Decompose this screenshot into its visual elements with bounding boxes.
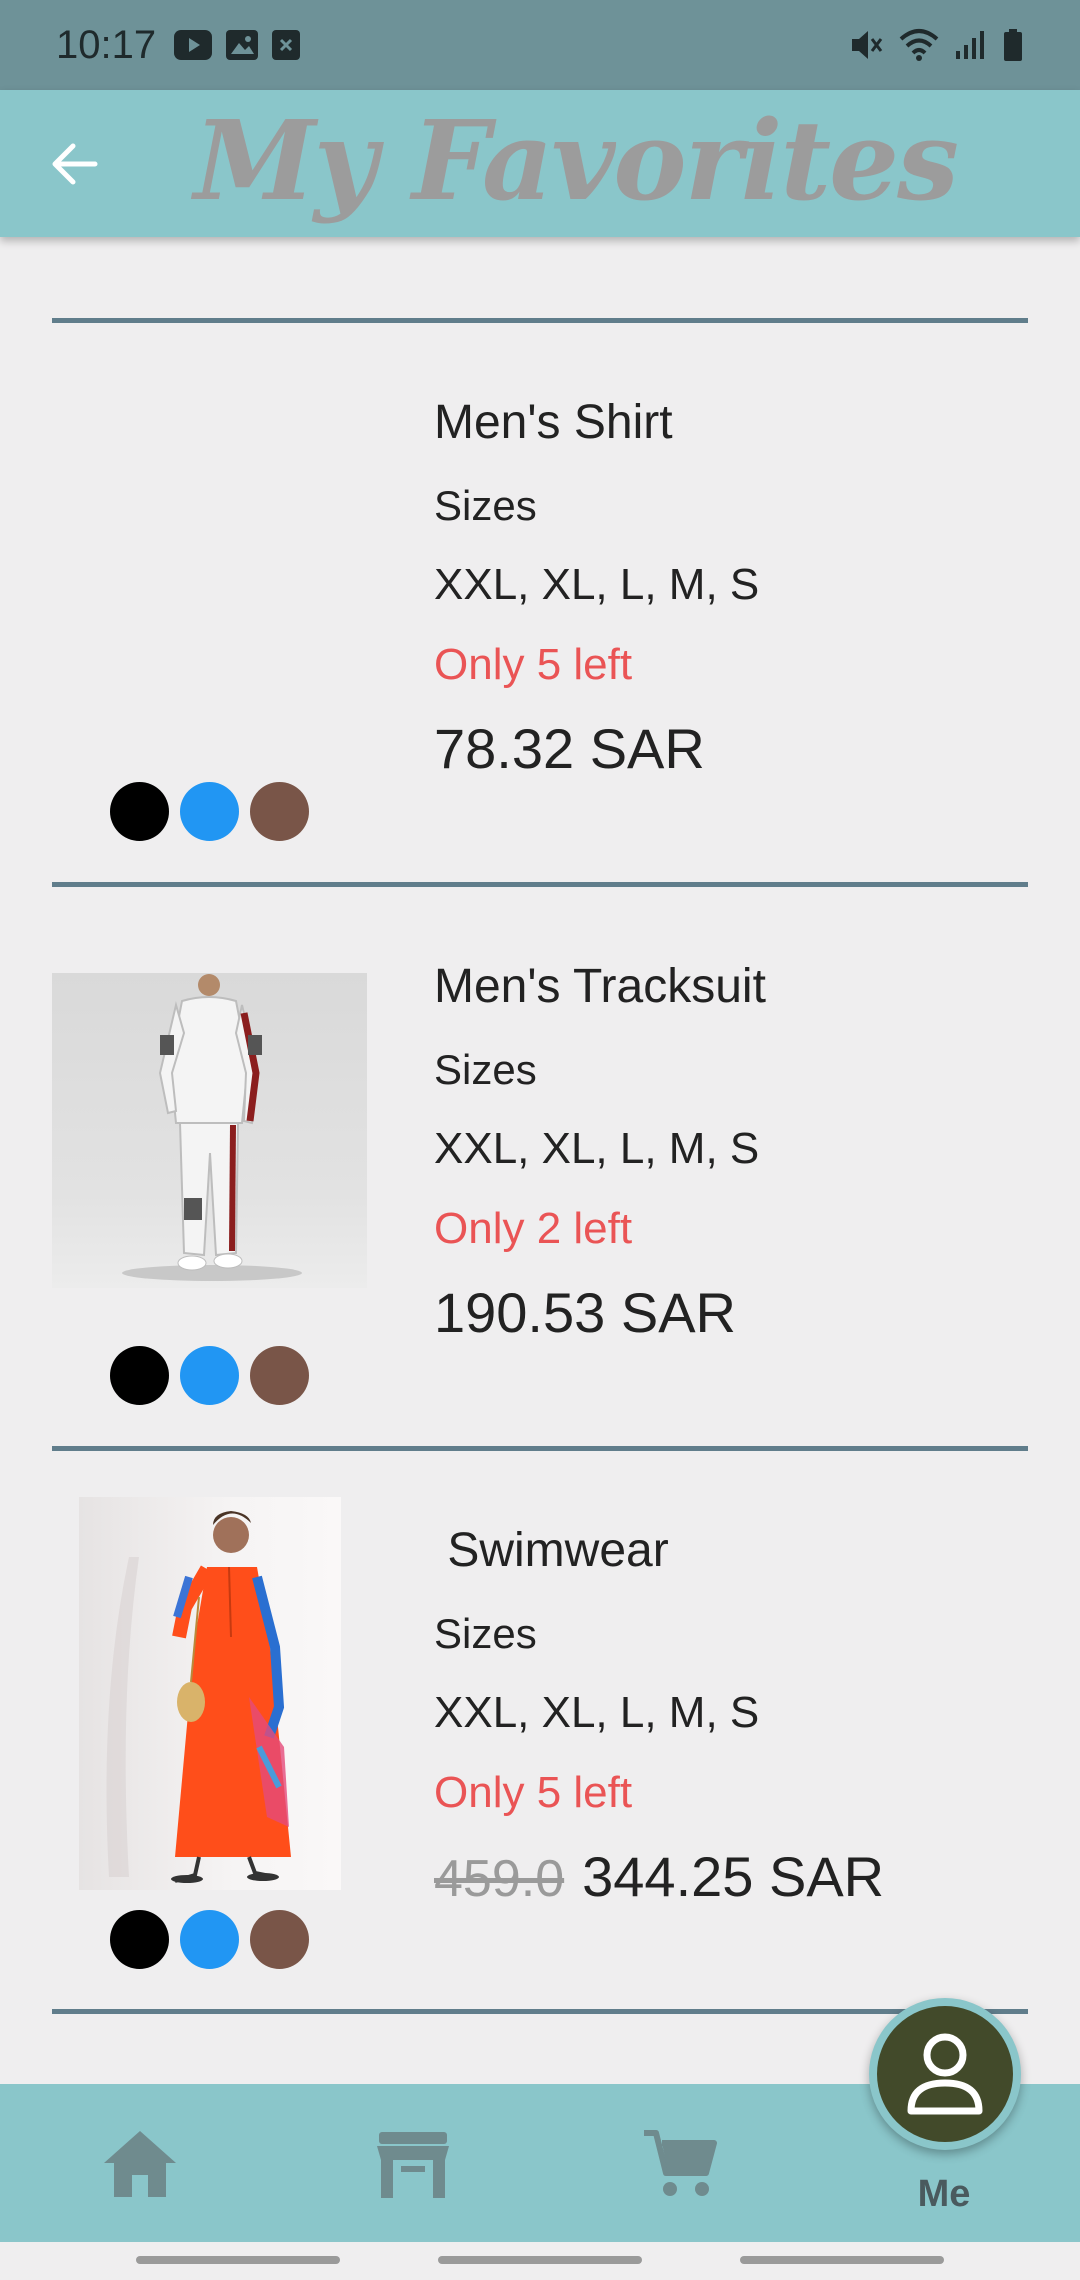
store-icon [377,2132,449,2198]
status-right [848,27,1024,63]
person-icon [907,2033,983,2115]
color-swatch-blue[interactable] [180,782,239,841]
mute-icon [852,31,883,59]
item-price: 78.32 SAR [434,717,705,780]
gesture-bar [0,2242,1080,2280]
item-price: 190.53 SAR [434,1281,736,1344]
stock-warning: Only 2 left [434,1204,633,1253]
swimwear-photo [106,1511,291,1883]
stock-warning: Only 5 left [434,1768,633,1817]
item-name: Men's Tracksuit [434,960,766,1013]
original-price: 459.0 [434,1850,565,1908]
gesture-pill [136,2256,340,2264]
app-bar: My Favorites [0,90,1080,237]
color-options [110,782,309,841]
favorite-item[interactable]: Swimwear Sizes XXL, XL, L, M, S Only 5 l… [0,1451,1080,2011]
color-swatch-blue[interactable] [180,1910,239,1969]
item-info: Men's Tracksuit Sizes XXL, XL, L, M, S O… [434,959,766,1345]
tracksuit-photo [122,974,302,1281]
color-swatch-blue[interactable] [180,1346,239,1405]
sizes-value: XXL, XL, L, M, S [434,1124,760,1173]
color-options [110,1910,309,1969]
item-name: Swimwear [434,1524,669,1577]
item-price: 344.25 SAR [582,1845,885,1908]
color-swatch-brown[interactable] [250,1346,309,1405]
color-swatch-black[interactable] [110,1910,169,1969]
price-row: 459.0 344.25 SAR [434,1844,884,1909]
price-row: 190.53 SAR [434,1280,766,1345]
status-bar: 10:17 [0,0,1080,90]
nav-label-me: Me [917,2173,971,2215]
youtube-icon [174,30,213,60]
item-info: Swimwear Sizes XXL, XL, L, M, S Only 5 l… [434,1523,884,1909]
product-image[interactable] [79,1497,341,1890]
item-info: Men's Shirt Sizes XXL, XL, L, M, S Only … [434,395,759,781]
wifi-icon [899,29,939,61]
stock-warning: Only 5 left [434,640,633,689]
sizes-value: XXL, XL, L, M, S [434,560,760,609]
close-box-icon [272,30,301,60]
sizes-label: Sizes [434,1046,537,1093]
nav-cart[interactable] [580,2084,780,2242]
image-icon [226,30,259,60]
gesture-pill [740,2256,944,2264]
color-options [110,1346,309,1405]
sizes-value: XXL, XL, L, M, S [434,1688,760,1737]
color-swatch-black[interactable] [110,1346,169,1405]
sizes-label: Sizes [434,482,537,529]
home-icon [104,2131,176,2197]
favorite-item[interactable]: Men's Tracksuit Sizes XXL, XL, L, M, S O… [0,887,1080,1447]
item-name: Men's Shirt [434,396,673,449]
color-swatch-black[interactable] [110,782,169,841]
nav-store[interactable] [313,2084,513,2242]
nav-home[interactable] [40,2084,240,2242]
color-swatch-brown[interactable] [250,1910,309,1969]
arrow-back-icon [52,143,98,185]
status-time: 10:17 [56,22,157,67]
profile-fab[interactable] [869,1998,1021,2150]
signal-icon [956,31,984,59]
product-image[interactable] [52,973,367,1288]
cart-icon [644,2130,717,2196]
color-swatch-brown[interactable] [250,782,309,841]
price-row: 78.32 SAR [434,716,759,781]
back-button[interactable] [40,130,108,198]
battery-icon [1004,29,1022,61]
favorite-item[interactable]: Men's Shirt Sizes XXL, XL, L, M, S Only … [0,323,1080,883]
gesture-pill [438,2256,642,2264]
page-title: My Favorites [194,96,959,225]
sizes-label: Sizes [434,1610,537,1657]
